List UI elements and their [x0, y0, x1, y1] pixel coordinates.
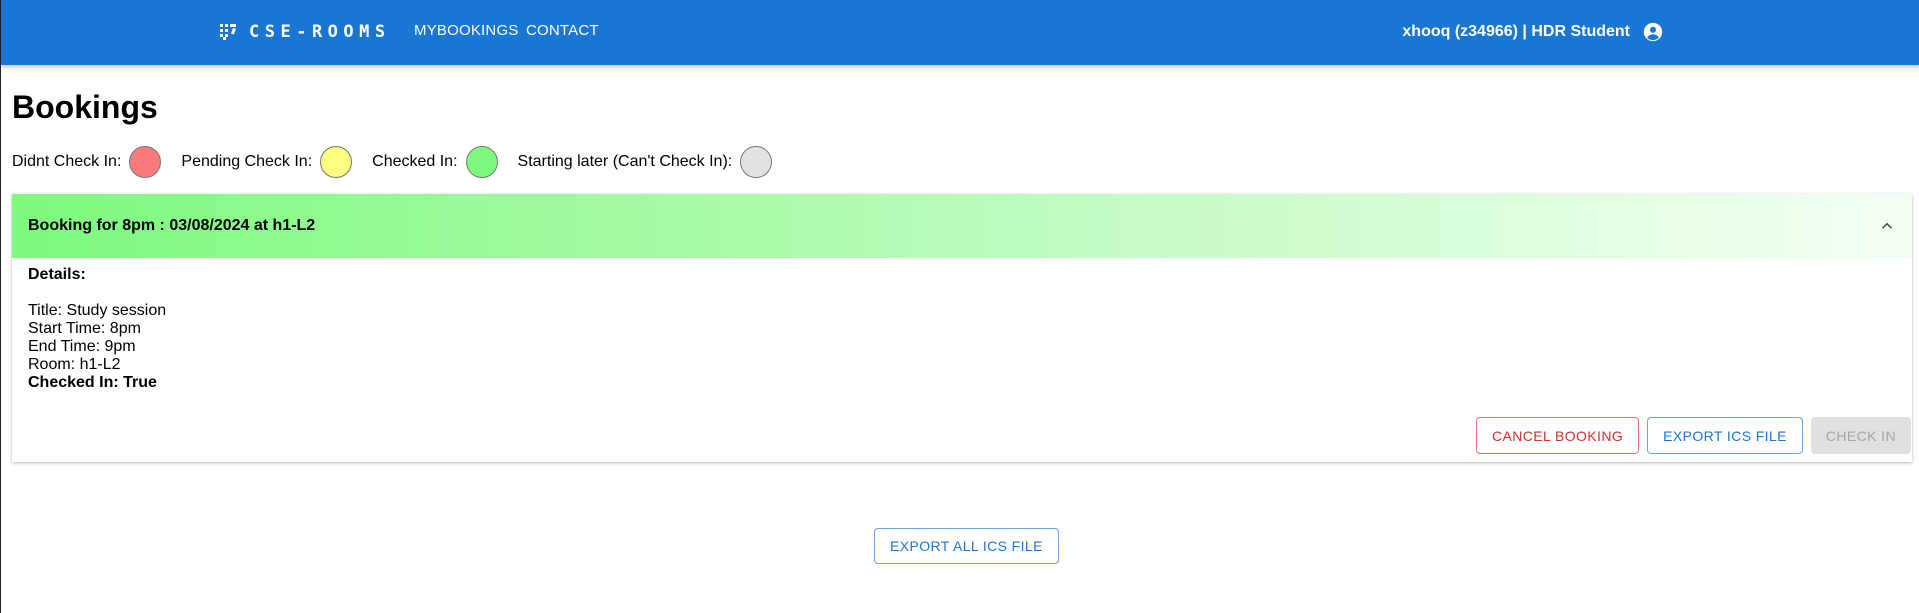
user-info: xhooq (z34966) | HDR Student [1402, 23, 1630, 40]
legend-item-checked-in: Checked In: [372, 146, 498, 178]
booking-accordion: Booking for 8pm : 03/08/2024 at h1-L2 De… [12, 194, 1912, 462]
grid-logo-icon [220, 24, 236, 40]
legend-item-didnt-check-in: Didnt Check In: [12, 146, 162, 178]
app-bar: CSE-ROOMS MYBOOKINGS CONTACT xhooq (z349… [1, 0, 1919, 65]
cancel-booking-button[interactable]: CANCEL BOOKING [1476, 417, 1640, 454]
nav-contact[interactable]: CONTACT [526, 22, 599, 39]
brand-name: CSE-ROOMS [249, 22, 391, 42]
brand-logo[interactable]: CSE-ROOMS [219, 20, 391, 44]
detail-end-time: End Time: 9pm [28, 338, 136, 355]
account-circle-icon[interactable] [1642, 21, 1664, 43]
detail-checked-in: Checked In: True [28, 374, 157, 391]
check-in-button[interactable]: CHECK IN [1810, 417, 1911, 454]
legend-item-starting-later: Starting later (Can't Check In): [518, 146, 773, 178]
nav-mybookings[interactable]: MYBOOKINGS [414, 22, 519, 39]
export-all-ics-button[interactable]: EXPORT ALL ICS FILE [874, 528, 1059, 564]
export-ics-button[interactable]: EXPORT ICS FILE [1647, 417, 1803, 454]
legend-label: Checked In: [372, 153, 458, 170]
legend-dot-green [465, 146, 498, 178]
detail-room: Room: h1-L2 [28, 356, 121, 373]
details-heading: Details: [28, 266, 86, 283]
booking-summary[interactable]: Booking for 8pm : 03/08/2024 at h1-L2 [12, 194, 1912, 258]
legend-label: Starting later (Can't Check In): [517, 153, 733, 170]
booking-actions: CANCEL BOOKING EXPORT ICS FILE CHECK IN [1476, 417, 1911, 455]
legend-label: Didnt Check In: [12, 153, 122, 170]
legend-dot-red [129, 146, 162, 178]
page-title: Bookings [12, 89, 158, 125]
legend-dot-yellow [320, 146, 353, 178]
chevron-up-icon[interactable] [1878, 217, 1896, 235]
booking-title: Booking for 8pm : 03/08/2024 at h1-L2 [28, 217, 316, 234]
booking-details: Details: Title: Study session Start Time… [28, 266, 166, 392]
legend-item-pending-check-in: Pending Check In: [181, 146, 353, 178]
legend-label: Pending Check In: [181, 153, 313, 170]
user-menu[interactable]: xhooq (z34966) | HDR Student [1402, 18, 1664, 46]
status-legend: Didnt Check In: Pending Check In: Checke… [12, 145, 792, 179]
detail-title: Title: Study session [28, 302, 167, 319]
legend-dot-grey [740, 146, 773, 178]
detail-start-time: Start Time: 8pm [28, 320, 141, 337]
